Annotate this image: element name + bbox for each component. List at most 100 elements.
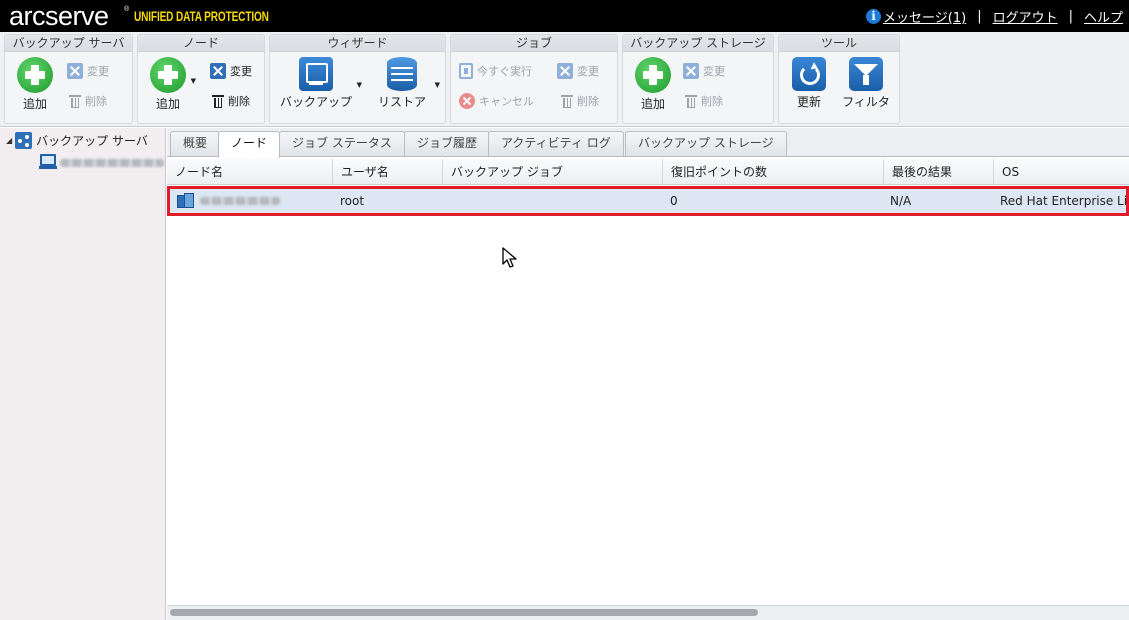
- group-title: バックアップ ストレージ: [623, 35, 773, 52]
- filter-icon: [849, 57, 883, 91]
- plus-circle-icon: [150, 57, 186, 93]
- logo-registered-mark: ®: [124, 6, 130, 13]
- tab-backup-storage[interactable]: バックアップ ストレージ: [625, 131, 787, 156]
- app-header: arcserve ® UNIFIED DATA PROTECTION i メッセ…: [0, 0, 1129, 32]
- chevron-down-icon: ▼: [356, 81, 362, 89]
- tab-job-status[interactable]: ジョブ ステータス: [279, 131, 405, 156]
- backup-server-add-button[interactable]: 追加: [17, 57, 53, 112]
- run-icon: [459, 63, 473, 79]
- cell-os: Red Hat Enterprise Linux: [1000, 194, 1126, 208]
- group-title: バックアップ サーバ: [5, 35, 132, 52]
- redacted-server-name: [60, 159, 164, 167]
- logo-text: arcserve: [9, 1, 109, 31]
- button-label: 削除: [577, 95, 599, 108]
- restore-wizard-button[interactable]: リストア ▼: [374, 57, 440, 110]
- help-link[interactable]: ヘルプ: [1084, 7, 1123, 26]
- x-box-icon: [210, 63, 226, 79]
- scrollbar-thumb[interactable]: [170, 609, 758, 616]
- trash-icon: [212, 94, 224, 109]
- chevron-down-icon: ▼: [434, 81, 440, 89]
- tree-item-label: バックアップ サーバ: [36, 134, 148, 148]
- button-label: 今すぐ実行: [477, 65, 532, 78]
- x-box-icon: [683, 63, 699, 79]
- x-box-icon: [557, 63, 573, 79]
- horizontal-scrollbar[interactable]: [167, 605, 1129, 620]
- button-label: リストア: [377, 95, 426, 109]
- server-tree-panel: ◢ バックアップ サーバ: [0, 128, 166, 620]
- tree-item-backup-server[interactable]: ◢ バックアップ サーバ: [6, 132, 148, 149]
- button-label: 変更: [230, 65, 252, 78]
- button-label: 削除: [228, 95, 250, 108]
- x-box-icon: [67, 63, 83, 79]
- computer-icon: [39, 154, 57, 169]
- column-header-backup-job[interactable]: バックアップ ジョブ: [443, 159, 663, 185]
- column-header-user[interactable]: ユーザ名: [333, 159, 443, 185]
- tab-job-history[interactable]: ジョブ履歴: [404, 131, 491, 156]
- button-label: キャンセル: [479, 95, 534, 108]
- run-now-button[interactable]: 今すぐ実行: [459, 63, 532, 79]
- tab-overview[interactable]: 概要: [170, 131, 221, 156]
- job-cancel-button[interactable]: キャンセル: [459, 93, 534, 109]
- cell-last-result: N/A: [890, 194, 912, 208]
- column-header-node-name[interactable]: ノード名: [167, 159, 333, 185]
- cancel-icon: [459, 93, 475, 109]
- backup-storage-edit-button[interactable]: 変更: [683, 63, 725, 79]
- backup-wizard-button[interactable]: バックアップ ▼: [278, 57, 362, 110]
- node-edit-button[interactable]: 変更: [210, 63, 252, 79]
- ribbon-group-wizard: ウィザード バックアップ ▼ リストア ▼: [269, 34, 446, 124]
- trash-icon: [69, 94, 81, 109]
- column-header-last-result[interactable]: 最後の結果: [884, 159, 994, 185]
- group-title: ノード: [138, 35, 264, 52]
- redacted-node-name: [200, 197, 280, 205]
- cell-user: root: [340, 194, 365, 208]
- filter-button[interactable]: フィルタ: [841, 57, 891, 110]
- header-links: i メッセージ(1) | ログアウト | ヘルプ: [866, 7, 1123, 26]
- refresh-icon: [792, 57, 826, 91]
- button-label: 追加: [640, 97, 665, 111]
- header-separator: |: [977, 9, 982, 24]
- logo-subtitle: UNIFIED DATA PROTECTION: [134, 8, 269, 24]
- button-label: 変更: [87, 65, 109, 78]
- backup-server-edit-button[interactable]: 変更: [67, 63, 109, 79]
- share-icon: [15, 132, 33, 149]
- refresh-button[interactable]: 更新: [789, 57, 829, 110]
- table-row[interactable]: root 0 N/A Red Hat Enterprise Linux: [167, 186, 1129, 216]
- button-label: 更新: [796, 95, 821, 109]
- backup-server-delete-button[interactable]: 削除: [69, 93, 107, 109]
- ribbon-group-tools: ツール 更新 フィルタ: [778, 34, 900, 124]
- job-delete-button[interactable]: 削除: [561, 93, 599, 109]
- ribbon-group-job: ジョブ 今すぐ実行 変更 キャンセル 削除: [450, 34, 618, 124]
- backup-storage-delete-button[interactable]: 削除: [685, 93, 723, 109]
- node-add-button[interactable]: 追加 ▼: [150, 57, 196, 112]
- button-label: 追加: [155, 97, 180, 111]
- cell-recovery-points: 0: [670, 194, 678, 208]
- tree-item-server-node[interactable]: [39, 153, 164, 169]
- plus-circle-icon: [635, 57, 671, 93]
- trash-icon: [685, 94, 697, 109]
- ribbon-toolbar: バックアップ サーバ 追加 変更 削除 ノード 追加 ▼ 変更 削除 ウィザード…: [0, 32, 1129, 127]
- plus-circle-icon: [17, 57, 53, 93]
- tree-toggle-icon[interactable]: ◢: [6, 136, 12, 145]
- button-label: 削除: [85, 95, 107, 108]
- column-header-recovery-points[interactable]: 復旧ポイントの数: [663, 159, 884, 185]
- button-label: フィルタ: [842, 95, 890, 109]
- backup-storage-add-button[interactable]: 追加: [635, 57, 671, 112]
- button-label: 削除: [701, 95, 723, 108]
- button-label: 変更: [703, 65, 725, 78]
- logout-link[interactable]: ログアウト: [993, 7, 1058, 26]
- chevron-down-icon: ▼: [190, 77, 196, 85]
- button-label: 変更: [577, 65, 599, 78]
- column-header-os[interactable]: OS: [994, 159, 1129, 185]
- trash-icon: [561, 94, 573, 109]
- monitor-icon: [299, 57, 333, 91]
- messages-link[interactable]: メッセージ(1): [883, 7, 966, 26]
- job-edit-button[interactable]: 変更: [557, 63, 599, 79]
- group-title: ジョブ: [451, 35, 617, 52]
- button-label: バックアップ: [279, 95, 352, 109]
- mouse-pointer-icon: [502, 247, 517, 268]
- node-delete-button[interactable]: 削除: [212, 93, 250, 109]
- ribbon-group-backup-server: バックアップ サーバ 追加 変更 削除: [4, 34, 133, 124]
- tab-bar: 概要 ノード ジョブ ステータス ジョブ履歴 アクティビティ ログ バックアップ…: [167, 128, 1129, 158]
- tab-activity-log[interactable]: アクティビティ ログ: [488, 131, 624, 156]
- tab-nodes[interactable]: ノード: [218, 131, 281, 158]
